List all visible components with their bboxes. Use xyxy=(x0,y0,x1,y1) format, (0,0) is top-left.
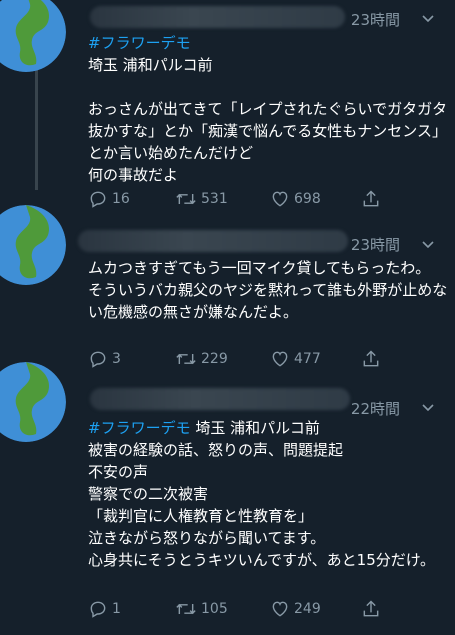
reply-count: 1 xyxy=(112,601,121,617)
chevron-down-icon[interactable] xyxy=(421,12,435,26)
timestamp[interactable]: 23時間 xyxy=(351,9,400,30)
retweet-icon xyxy=(176,193,196,205)
reply-button[interactable]: 16 xyxy=(88,189,130,209)
retweet-icon xyxy=(176,353,196,365)
share-button[interactable] xyxy=(361,189,381,209)
globe-icon xyxy=(0,362,66,442)
tweet[interactable]: 23時間 #フラワーデモ 埼玉 浦和パルコ前 おっさんが出てきて「レイプされたぐ… xyxy=(0,0,455,215)
like-count: 698 xyxy=(294,191,321,207)
like-count: 249 xyxy=(294,601,321,617)
heart-icon xyxy=(272,601,288,617)
avatar[interactable] xyxy=(0,362,66,442)
share-icon xyxy=(363,190,379,207)
hashtag-link[interactable]: #フラワーデモ xyxy=(88,34,191,52)
retweet-count: 105 xyxy=(201,601,228,617)
timestamp[interactable]: 22時間 xyxy=(351,398,400,419)
location-text: 埼玉 浦和パルコ前 xyxy=(190,419,320,437)
reply-icon xyxy=(90,191,106,208)
reply-count: 16 xyxy=(112,191,130,207)
chevron-down-icon[interactable] xyxy=(421,401,435,415)
share-button[interactable] xyxy=(361,349,381,369)
retweet-count: 229 xyxy=(201,351,228,367)
retweet-count: 531 xyxy=(201,191,228,207)
retweet-button[interactable]: 531 xyxy=(175,189,228,209)
tweet-text: #フラワーデモ 埼玉 浦和パルコ前 おっさんが出てきて「レイプされたぐらいでガタ… xyxy=(88,32,448,186)
tweet-body: おっさんが出てきて「レイプされたぐらいでガタガタ抜かすな」とか「痴漢で悩んでる女… xyxy=(88,100,448,184)
reply-count: 3 xyxy=(112,351,121,367)
timestamp[interactable]: 23時間 xyxy=(351,234,400,255)
like-button[interactable]: 477 xyxy=(270,349,321,369)
heart-icon xyxy=(272,191,288,207)
location-text: 埼玉 浦和パルコ前 xyxy=(88,56,213,74)
share-icon xyxy=(363,600,379,617)
reply-button[interactable]: 3 xyxy=(88,349,121,369)
globe-icon xyxy=(0,205,66,285)
hashtag-link[interactable]: #フラワーデモ xyxy=(88,419,191,437)
heart-icon xyxy=(272,351,288,367)
globe-icon xyxy=(0,0,66,72)
tweet[interactable]: 22時間 #フラワーデモ 埼玉 浦和パルコ前 被害の経験の話、怒りの声、問題提起… xyxy=(0,362,455,635)
retweet-icon xyxy=(176,603,196,615)
reply-icon xyxy=(90,601,106,618)
author-name-redacted[interactable] xyxy=(90,6,345,28)
author-name-redacted[interactable] xyxy=(90,388,350,410)
action-bar: 1 105 249 xyxy=(88,599,388,623)
like-button[interactable]: 249 xyxy=(270,599,321,619)
retweet-button[interactable]: 105 xyxy=(175,599,228,619)
tweet-text: #フラワーデモ 埼玉 浦和パルコ前 被害の経験の話、怒りの声、問題提起 不安の声… xyxy=(88,417,448,571)
action-bar: 3 229 477 xyxy=(88,349,388,373)
tweet-body: ムカつきすぎてもう一回マイク貸してもらったわ。 そういうバカ親父のヤジを黙れって… xyxy=(88,259,448,321)
author-name-redacted[interactable] xyxy=(78,230,348,252)
avatar[interactable] xyxy=(0,205,66,285)
reply-icon xyxy=(90,351,106,368)
tweet[interactable]: 23時間 ムカつきすぎてもう一回マイク貸してもらったわ。 そういうバカ親父のヤジ… xyxy=(0,205,455,373)
action-bar: 16 531 698 xyxy=(88,189,388,213)
avatar[interactable] xyxy=(0,0,66,72)
share-icon xyxy=(363,350,379,367)
chevron-down-icon[interactable] xyxy=(421,238,435,252)
retweet-button[interactable]: 229 xyxy=(175,349,228,369)
share-button[interactable] xyxy=(361,599,381,619)
like-count: 477 xyxy=(294,351,321,367)
reply-button[interactable]: 1 xyxy=(88,599,121,619)
like-button[interactable]: 698 xyxy=(270,189,321,209)
tweet-body: 被害の経験の話、怒りの声、問題提起 不安の声 警察での二次被害 「裁判官に人権教… xyxy=(88,441,435,569)
